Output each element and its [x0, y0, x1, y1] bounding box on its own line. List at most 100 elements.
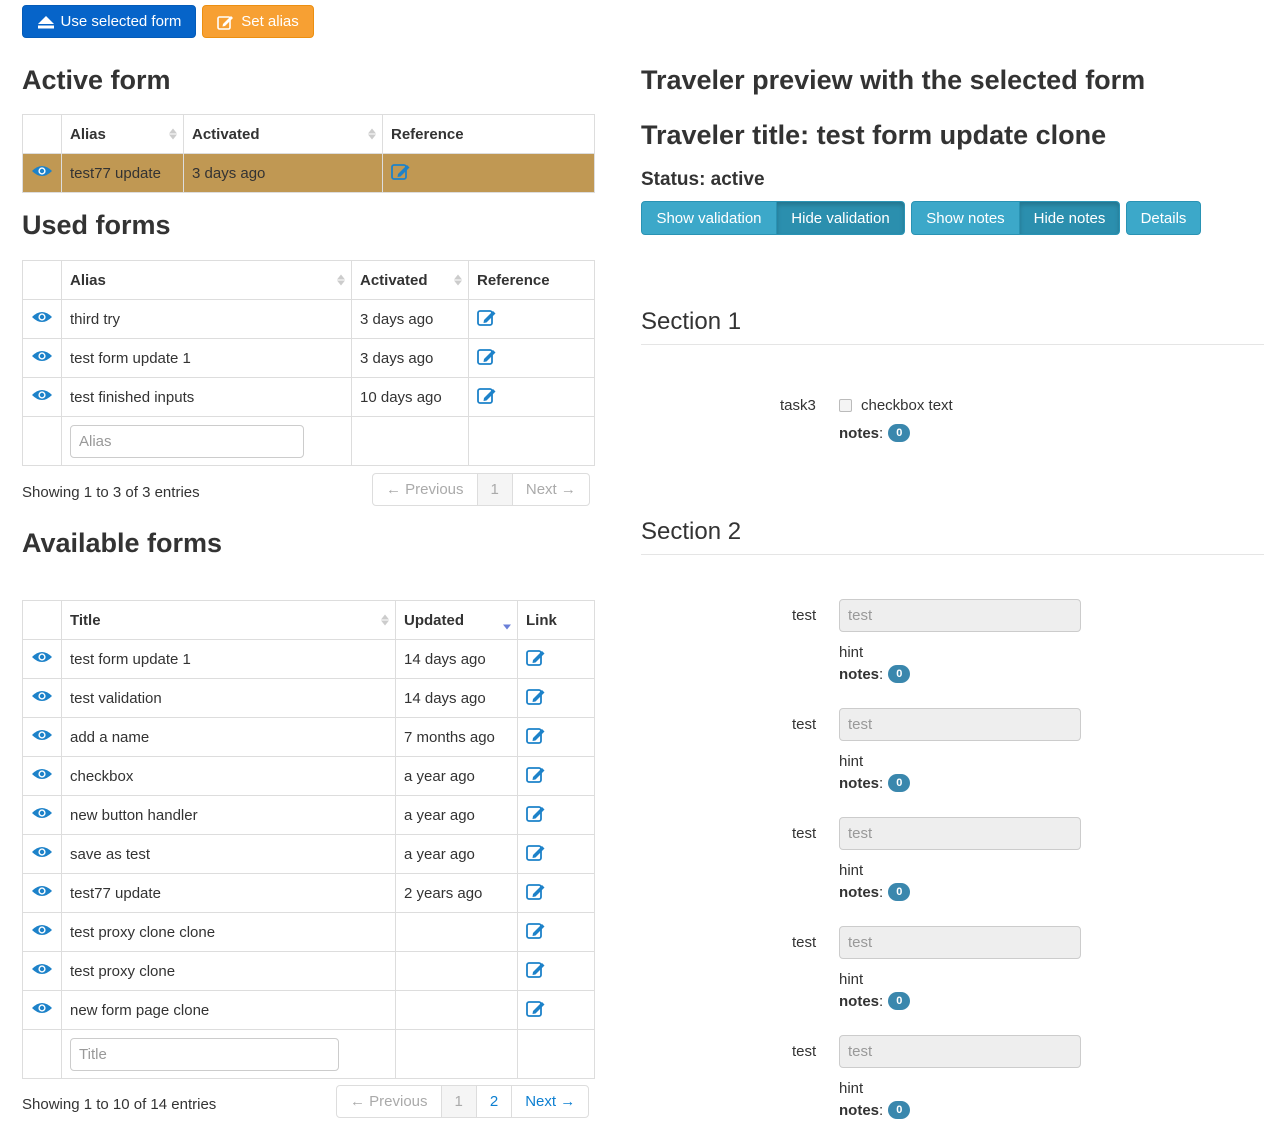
eye-icon[interactable]: [31, 310, 53, 324]
column-header-updated[interactable]: Updated: [395, 600, 518, 640]
eye-icon[interactable]: [31, 962, 53, 976]
preview-cell[interactable]: [22, 912, 62, 952]
eye-icon[interactable]: [31, 650, 53, 664]
edit-link-icon[interactable]: [477, 349, 497, 369]
alias-filter-input[interactable]: [70, 424, 304, 458]
preview-cell[interactable]: [22, 678, 62, 718]
preview-cell[interactable]: [22, 153, 62, 193]
edit-link-icon[interactable]: [477, 310, 497, 330]
title-filter-input[interactable]: [70, 1037, 339, 1071]
column-header-activated[interactable]: Activated: [183, 114, 383, 154]
show-notes-button[interactable]: Show notes: [911, 201, 1020, 235]
field-notes[interactable]: notes:0: [839, 774, 911, 792]
hide-notes-button[interactable]: Hide notes: [1019, 201, 1120, 235]
preview-cell[interactable]: [22, 338, 62, 378]
edit-link-icon[interactable]: [526, 728, 546, 748]
eye-icon[interactable]: [31, 806, 53, 820]
link-cell[interactable]: [517, 990, 595, 1030]
eye-icon[interactable]: [31, 1001, 53, 1015]
edit-link-icon[interactable]: [526, 650, 546, 670]
text-field[interactable]: test: [839, 926, 1081, 959]
eye-icon[interactable]: [31, 767, 53, 781]
text-field[interactable]: test: [839, 708, 1081, 741]
show-validation-button[interactable]: Show validation: [641, 201, 777, 235]
table-row[interactable]: new form page clone: [22, 990, 595, 1030]
preview-cell[interactable]: [22, 873, 62, 913]
preview-cell[interactable]: [22, 951, 62, 991]
table-row[interactable]: test proxy clone clone: [22, 912, 595, 952]
table-row[interactable]: test finished inputs 10 days ago: [22, 377, 595, 417]
eye-icon[interactable]: [31, 884, 53, 898]
table-row[interactable]: test proxy clone: [22, 951, 595, 991]
table-row[interactable]: test77 update 3 days ago: [22, 153, 595, 193]
text-field[interactable]: test: [839, 1035, 1081, 1068]
reference-cell[interactable]: [468, 299, 595, 339]
table-row[interactable]: save as test a year ago: [22, 834, 595, 874]
use-selected-form-button[interactable]: Use selected form: [22, 5, 196, 38]
edit-link-icon[interactable]: [526, 962, 546, 982]
table-row[interactable]: test validation 14 days ago: [22, 678, 595, 718]
preview-cell[interactable]: [22, 639, 62, 679]
next-page-button[interactable]: Next →: [511, 1085, 590, 1118]
preview-cell[interactable]: [22, 717, 62, 757]
edit-link-icon[interactable]: [526, 767, 546, 787]
link-cell[interactable]: [517, 678, 595, 718]
eye-icon[interactable]: [31, 689, 53, 703]
preview-cell[interactable]: [22, 756, 62, 796]
field-notes[interactable]: notes:0: [839, 1101, 911, 1119]
edit-link-icon[interactable]: [526, 1001, 546, 1021]
edit-link-icon[interactable]: [526, 689, 546, 709]
field-notes[interactable]: notes:0: [839, 992, 911, 1010]
preview-cell[interactable]: [22, 299, 62, 339]
link-cell[interactable]: [517, 717, 595, 757]
edit-link-icon[interactable]: [391, 164, 411, 184]
eye-icon[interactable]: [31, 845, 53, 859]
column-header-alias[interactable]: Alias: [61, 260, 352, 300]
link-cell[interactable]: [517, 951, 595, 991]
link-cell[interactable]: [517, 912, 595, 952]
preview-cell[interactable]: [22, 834, 62, 874]
previous-page-button[interactable]: ← Previous: [336, 1085, 442, 1118]
table-row[interactable]: checkbox a year ago: [22, 756, 595, 796]
eye-icon[interactable]: [31, 388, 53, 402]
link-cell[interactable]: [517, 756, 595, 796]
preview-cell[interactable]: [22, 990, 62, 1030]
reference-cell[interactable]: [468, 377, 595, 417]
eye-icon[interactable]: [31, 923, 53, 937]
field-notes[interactable]: notes:0: [839, 883, 911, 901]
column-header-alias[interactable]: Alias: [61, 114, 184, 154]
table-row[interactable]: third try 3 days ago: [22, 299, 595, 339]
column-header-activated[interactable]: Activated: [351, 260, 469, 300]
reference-cell[interactable]: [468, 338, 595, 378]
task-checkbox[interactable]: [839, 399, 852, 412]
eye-icon[interactable]: [31, 349, 53, 363]
edit-link-icon[interactable]: [526, 806, 546, 826]
preview-cell[interactable]: [22, 795, 62, 835]
preview-cell[interactable]: [22, 377, 62, 417]
edit-link-icon[interactable]: [526, 884, 546, 904]
table-row[interactable]: add a name 7 months ago: [22, 717, 595, 757]
reference-cell[interactable]: [382, 153, 595, 193]
page-button-1[interactable]: 1: [440, 1085, 477, 1118]
details-button[interactable]: Details: [1126, 201, 1201, 235]
eye-icon[interactable]: [31, 164, 53, 178]
previous-page-button[interactable]: ← Previous: [372, 473, 478, 506]
set-alias-button[interactable]: Set alias: [202, 5, 314, 38]
link-cell[interactable]: [517, 834, 595, 874]
hide-validation-button[interactable]: Hide validation: [776, 201, 905, 235]
next-page-button[interactable]: Next →: [511, 473, 590, 506]
edit-link-icon[interactable]: [477, 388, 497, 408]
text-field[interactable]: test: [839, 817, 1081, 850]
table-row[interactable]: test form update 1 14 days ago: [22, 639, 595, 679]
eye-icon[interactable]: [31, 728, 53, 742]
field-notes[interactable]: notes:0: [839, 665, 911, 683]
table-row[interactable]: test77 update 2 years ago: [22, 873, 595, 913]
edit-link-icon[interactable]: [526, 845, 546, 865]
section-1-notes[interactable]: notes:0: [839, 424, 911, 442]
column-header-title[interactable]: Title: [61, 600, 396, 640]
table-row[interactable]: new button handler a year ago: [22, 795, 595, 835]
page-button-1[interactable]: 1: [476, 473, 513, 506]
link-cell[interactable]: [517, 795, 595, 835]
table-row[interactable]: test form update 1 3 days ago: [22, 338, 595, 378]
edit-link-icon[interactable]: [526, 923, 546, 943]
